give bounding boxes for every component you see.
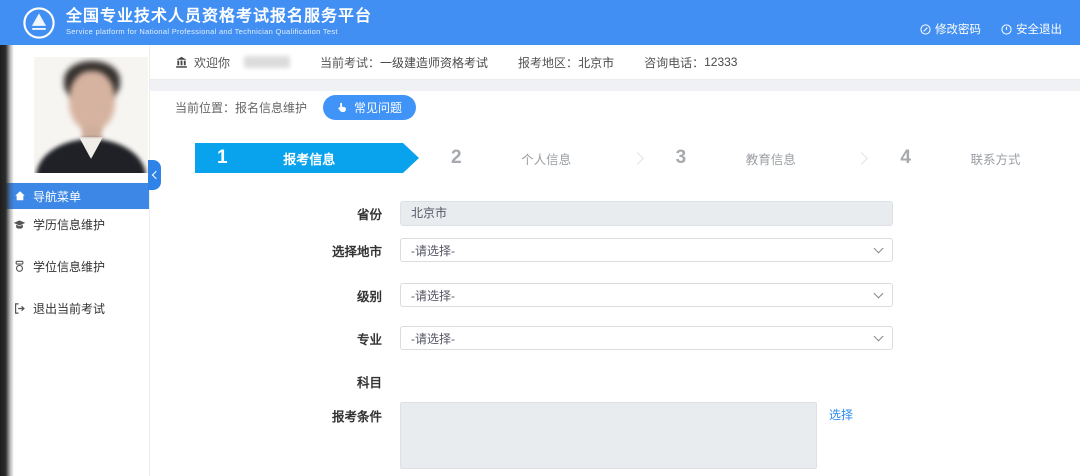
step-tab-3[interactable]: 3 教育信息 (644, 143, 856, 173)
registration-form: 省份 北京市 选择地市 -请选择- 级别 (195, 201, 1080, 469)
hotline-value: 12333 (704, 55, 737, 69)
sidebar-item-label: 学历信息维护 (33, 216, 105, 233)
city-select[interactable]: -请选择- (400, 238, 893, 262)
welcome-label: 欢迎你 (194, 54, 230, 71)
safe-logout-label: 安全退出 (1016, 21, 1062, 37)
step-number: 3 (676, 147, 687, 169)
power-circle-icon (1001, 24, 1012, 35)
current-exam-value: 一级建造师资格考试 (380, 54, 488, 71)
step-number: 4 (900, 147, 911, 169)
title-block: 全国专业技术人员资格考试报名服务平台 Service platform for … (66, 9, 372, 36)
screen: 全国专业技术人员资格考试报名服务平台 Service platform for … (0, 0, 1080, 476)
conditions-label: 报考条件 (195, 402, 400, 425)
province-field: 北京市 (400, 201, 893, 226)
sidebar-item-degree-info[interactable]: 学位信息维护 (0, 256, 149, 276)
masked-user-name (244, 56, 290, 68)
major-select-value: -请选择- (411, 330, 455, 347)
city-select-value: -请选择- (411, 242, 455, 259)
subject-label: 科目 (195, 372, 400, 391)
app-subtitle: Service platform for National Profession… (66, 28, 372, 36)
conditions-select-link[interactable]: 选择 (829, 402, 853, 423)
sidebar-item-education-info[interactable]: 学历信息维护 (0, 214, 149, 234)
sidebar: 导航菜单 学历信息维护 学位信息维护 退出当前考试 (0, 45, 150, 476)
step-tab-1[interactable]: 1 报考信息 (195, 143, 419, 173)
province-label: 省份 (195, 204, 400, 223)
city-label: 选择地市 (195, 241, 400, 260)
sidebar-item-nav-menu[interactable]: 导航菜单 (0, 183, 149, 209)
breadcrumb-bar: 当前位置：报名信息维护 常见问题 (150, 91, 1080, 124)
hotline: 咨询电话： 12333 (644, 54, 737, 71)
sidebar-nav: 导航菜单 学历信息维护 学位信息维护 退出当前考试 (0, 183, 149, 318)
logout-icon (13, 302, 26, 315)
home-icon (13, 190, 26, 203)
step-separator-icon (631, 152, 644, 165)
app-title: 全国专业技术人员资格考试报名服务平台 (66, 9, 372, 25)
hotline-label: 咨询电话： (644, 54, 704, 71)
step-label: 联系方式 (911, 149, 1080, 168)
chevron-down-icon (874, 289, 884, 299)
form-row-province: 省份 北京市 (195, 201, 1080, 226)
step-tab-2[interactable]: 2 个人信息 (419, 143, 631, 173)
step-label: 教育信息 (686, 149, 855, 168)
step-label: 报考信息 (228, 149, 391, 168)
sidebar-item-label: 退出当前考试 (33, 300, 105, 317)
sidebar-item-label: 学位信息维护 (33, 258, 105, 275)
breadcrumb-label: 当前位置： (175, 101, 235, 115)
medal-icon (13, 260, 26, 273)
current-exam: 当前考试： 一级建造师资格考试 (320, 54, 488, 71)
app-logo-icon (22, 6, 56, 40)
faq-button-label: 常见问题 (354, 99, 402, 116)
safe-logout-link[interactable]: 安全退出 (1001, 21, 1062, 37)
step-separator-icon (855, 152, 868, 165)
step-wizard: 1 报考信息 2 个人信息 3 教育信息 4 联系方式 (195, 143, 1080, 173)
faq-button[interactable]: 常见问题 (323, 95, 416, 120)
current-exam-label: 当前考试： (320, 54, 380, 71)
content-panel: 1 报考信息 2 个人信息 3 教育信息 4 联系方式 (150, 124, 1080, 469)
hand-pointer-icon (337, 102, 348, 113)
header-links: 修改密码 安全退出 (920, 21, 1062, 37)
conditions-textarea (400, 402, 817, 469)
chevron-down-icon (874, 244, 884, 254)
sidebar-collapse-toggle[interactable] (148, 160, 161, 190)
level-label: 级别 (195, 286, 400, 305)
major-label: 专业 (195, 329, 400, 348)
sidebar-item-exit-exam[interactable]: 退出当前考试 (0, 298, 149, 318)
form-row-subject: 科目 (195, 372, 1080, 391)
exam-region-label: 报考地区： (518, 54, 578, 71)
breadcrumb: 当前位置：报名信息维护 (175, 99, 307, 116)
step-tab-4[interactable]: 4 联系方式 (868, 143, 1080, 173)
graduation-cap-icon (13, 218, 26, 231)
separator-band (150, 80, 1080, 91)
edit-circle-icon (920, 24, 931, 35)
form-row-level: 级别 -请选择- (195, 283, 1080, 307)
user-info-bar: 欢迎你 当前考试： 一级建造师资格考试 报考地区： 北京市 咨询电话： 1233… (150, 45, 1080, 80)
main-area: 欢迎你 当前考试： 一级建造师资格考试 报考地区： 北京市 咨询电话： 1233… (150, 45, 1080, 476)
app-header: 全国专业技术人员资格考试报名服务平台 Service platform for … (0, 0, 1080, 45)
sidebar-item-label: 导航菜单 (33, 188, 81, 205)
change-password-link[interactable]: 修改密码 (920, 21, 981, 37)
step-number: 1 (217, 147, 228, 169)
form-row-conditions: 报考条件 选择 (195, 402, 1080, 469)
building-icon (175, 56, 188, 69)
level-select-value: -请选择- (411, 287, 455, 304)
step-number: 2 (451, 147, 462, 169)
chevron-down-icon (874, 332, 884, 342)
breadcrumb-value: 报名信息维护 (235, 101, 307, 115)
user-photo (34, 57, 148, 173)
exam-region-value: 北京市 (578, 54, 614, 71)
change-password-label: 修改密码 (935, 21, 981, 37)
chevron-left-icon (151, 171, 159, 179)
major-select[interactable]: -请选择- (400, 326, 893, 350)
exam-region: 报考地区： 北京市 (518, 54, 614, 71)
photo-face (69, 71, 115, 131)
form-row-major: 专业 -请选择- (195, 326, 1080, 350)
level-select[interactable]: -请选择- (400, 283, 893, 307)
form-row-city: 选择地市 -请选择- (195, 238, 1080, 262)
step-label: 个人信息 (462, 149, 631, 168)
left-edge-shadow (0, 45, 14, 476)
